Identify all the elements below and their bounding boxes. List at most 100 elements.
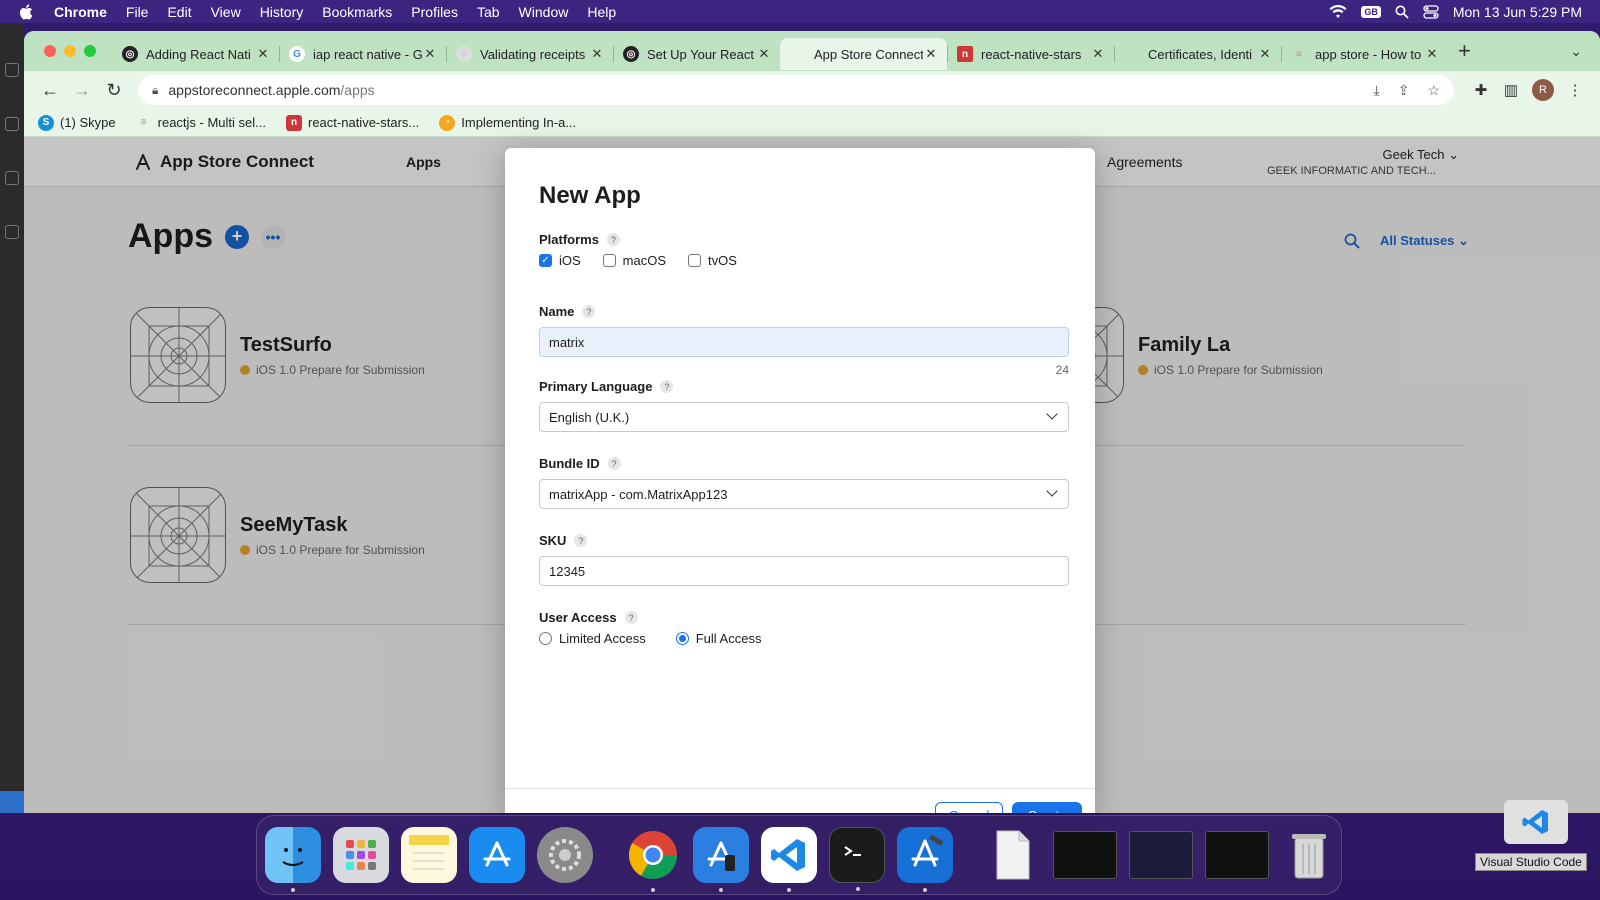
close-tab-icon[interactable]: ✕ bbox=[756, 46, 772, 62]
app-name-input[interactable]: matrix bbox=[539, 327, 1069, 357]
menu-clock[interactable]: Mon 13 Jun 5:29 PM bbox=[1453, 4, 1582, 20]
bookmarks-bar: S (1) Skype ≡ reactjs - Multi sel... n r… bbox=[24, 109, 1600, 137]
new-tab-plus-icon[interactable]: + bbox=[1458, 38, 1471, 64]
menu-file[interactable]: File bbox=[126, 4, 149, 20]
minimized-terminal-thumbnail[interactable] bbox=[1205, 831, 1269, 879]
reload-icon[interactable]: ↻ bbox=[98, 80, 130, 101]
bookmark-implementing-in-app[interactable]: ◔ Implementing In-a... bbox=[439, 114, 576, 131]
menu-bookmarks[interactable]: Bookmarks bbox=[322, 4, 392, 20]
help-icon[interactable]: ? bbox=[624, 611, 638, 624]
close-tab-icon[interactable]: ✕ bbox=[1257, 46, 1273, 62]
wifi-icon[interactable] bbox=[1329, 4, 1347, 19]
simulator-icon[interactable] bbox=[693, 827, 749, 892]
tab-iap-react-native[interactable]: G iap react native - G ✕ bbox=[279, 38, 446, 70]
side-panel-icon[interactable]: ▥ bbox=[1496, 81, 1526, 99]
system-preferences-icon[interactable] bbox=[537, 827, 593, 883]
sku-input[interactable]: 12345 bbox=[539, 556, 1069, 586]
close-tab-icon[interactable]: ✕ bbox=[923, 46, 939, 62]
terminal-icon[interactable] bbox=[829, 827, 885, 891]
close-tab-icon[interactable]: ✕ bbox=[589, 46, 605, 62]
full-access-radio[interactable]: Full Access bbox=[675, 631, 761, 646]
tab-validating-receipts[interactable]: ◌ Validating receipts ✕ bbox=[446, 38, 613, 70]
close-tab-icon[interactable]: ✕ bbox=[1090, 46, 1106, 62]
profile-avatar[interactable]: R bbox=[1532, 79, 1554, 101]
close-tab-icon[interactable]: ✕ bbox=[1424, 46, 1440, 62]
help-icon[interactable]: ? bbox=[607, 457, 621, 470]
share-icon[interactable]: ⇪ bbox=[1398, 82, 1410, 99]
tab-adding-react-native[interactable]: ◎ Adding React Nati ✕ bbox=[112, 38, 279, 70]
vscode-icon[interactable] bbox=[761, 827, 817, 892]
browser-toolbar: ← → ↻ 🔒︎ appstoreconnect.apple.com/apps … bbox=[24, 71, 1600, 109]
notes-icon[interactable] bbox=[401, 827, 457, 883]
bundle-id-select[interactable]: matrixApp - com.MatrixApp123 bbox=[539, 479, 1069, 509]
menu-profiles[interactable]: Profiles bbox=[411, 4, 458, 20]
address-bar[interactable]: 🔒︎ appstoreconnect.apple.com/apps ⤓ ⇪ ☆ bbox=[138, 75, 1454, 105]
menu-tab[interactable]: Tab bbox=[477, 4, 500, 20]
extensions-puzzle-icon[interactable]: ✚ bbox=[1466, 81, 1496, 99]
help-icon[interactable]: ? bbox=[582, 305, 596, 318]
tab-search-chevron-icon[interactable]: ⌄ bbox=[1570, 43, 1582, 60]
tab-app-store-connect[interactable]: App Store Connect ✕ bbox=[780, 38, 947, 70]
bookmark-star-icon[interactable]: ☆ bbox=[1427, 82, 1440, 99]
close-tab-icon[interactable]: ✕ bbox=[422, 46, 438, 62]
platform-macos-checkbox[interactable]: macOS bbox=[602, 253, 666, 268]
tab-title: Set Up Your React bbox=[647, 46, 754, 62]
language-label: Primary Language? bbox=[539, 379, 1061, 394]
skype-icon: S bbox=[38, 114, 54, 131]
menu-view[interactable]: View bbox=[211, 4, 241, 20]
trash-icon[interactable] bbox=[1281, 827, 1337, 883]
minimize-window-button[interactable] bbox=[64, 45, 76, 57]
minimized-window-thumbnail[interactable] bbox=[1129, 831, 1193, 879]
tab-set-up-your-react[interactable]: ◎ Set Up Your React ✕ bbox=[613, 38, 780, 70]
close-window-button[interactable] bbox=[44, 45, 56, 57]
minimized-window-thumbnail[interactable] bbox=[1053, 831, 1117, 879]
chrome-icon[interactable] bbox=[625, 827, 681, 892]
help-icon[interactable]: ? bbox=[574, 534, 588, 547]
bookmark-reactjs-multi-select[interactable]: ≡ reactjs - Multi sel... bbox=[136, 115, 266, 131]
close-tab-icon[interactable]: ✕ bbox=[255, 46, 271, 62]
back-arrow-icon[interactable]: ← bbox=[34, 80, 66, 101]
bundle-label-text: Bundle ID bbox=[539, 456, 600, 471]
spotlight-search-icon[interactable] bbox=[1395, 5, 1409, 19]
menu-app-name[interactable]: Chrome bbox=[54, 4, 107, 20]
menu-window[interactable]: Window bbox=[519, 4, 569, 20]
cancel-button[interactable]: Cancel bbox=[935, 802, 1003, 813]
tab-title: Adding React Nati bbox=[146, 46, 251, 62]
app-name-value: matrix bbox=[549, 334, 585, 350]
launchpad-icon[interactable] bbox=[333, 827, 389, 883]
control-center-icon[interactable] bbox=[1423, 4, 1439, 19]
finder-icon[interactable] bbox=[265, 827, 321, 892]
platform-checkboxes: ✓ iOS macOS tvOS bbox=[539, 253, 1061, 268]
menu-help[interactable]: Help bbox=[587, 4, 616, 20]
input-source-badge[interactable]: GB bbox=[1361, 5, 1381, 18]
platform-tvos-checkbox[interactable]: tvOS bbox=[688, 253, 737, 268]
tab-app-store-how-to[interactable]: ≡ app store - How to ✕ bbox=[1281, 38, 1448, 70]
tab-certificates[interactable]: Certificates, Identi ✕ bbox=[1114, 38, 1281, 70]
strip-icon bbox=[5, 171, 19, 185]
limited-access-radio[interactable]: Limited Access bbox=[539, 631, 646, 646]
create-button[interactable]: Create bbox=[1012, 802, 1082, 813]
app-store-icon[interactable] bbox=[469, 827, 525, 883]
document-file-icon[interactable] bbox=[985, 827, 1041, 883]
menu-edit[interactable]: Edit bbox=[167, 4, 191, 20]
sku-value: 12345 bbox=[549, 563, 586, 579]
bookmark-skype[interactable]: S (1) Skype bbox=[38, 114, 116, 131]
tab-title: react-native-stars bbox=[981, 46, 1082, 62]
zoom-window-button[interactable] bbox=[84, 45, 96, 57]
xcode-icon[interactable] bbox=[897, 827, 953, 892]
chrome-menu-kebab-icon[interactable]: ⋮ bbox=[1560, 81, 1590, 99]
lock-icon[interactable]: 🔒︎ bbox=[152, 83, 158, 98]
tab-react-native-stars[interactable]: n react-native-stars ✕ bbox=[947, 38, 1114, 70]
install-app-icon[interactable]: ⤓ bbox=[1374, 82, 1380, 99]
bundle-id-value: matrixApp - com.MatrixApp123 bbox=[549, 486, 728, 502]
platform-ios-checkbox[interactable]: ✓ iOS bbox=[539, 253, 581, 268]
bookmark-react-native-stars[interactable]: n react-native-stars... bbox=[286, 114, 419, 131]
primary-language-select[interactable]: English (U.K.) bbox=[539, 402, 1069, 432]
menu-history[interactable]: History bbox=[260, 4, 304, 20]
help-icon[interactable]: ? bbox=[660, 380, 674, 393]
modal-footer-divider bbox=[505, 788, 1095, 789]
forward-arrow-icon[interactable]: → bbox=[66, 80, 98, 101]
platforms-group: Platforms? ✓ iOS macOS tvOS bbox=[539, 232, 1061, 268]
help-icon[interactable]: ? bbox=[606, 233, 620, 246]
apple-menu-icon[interactable] bbox=[18, 3, 36, 21]
